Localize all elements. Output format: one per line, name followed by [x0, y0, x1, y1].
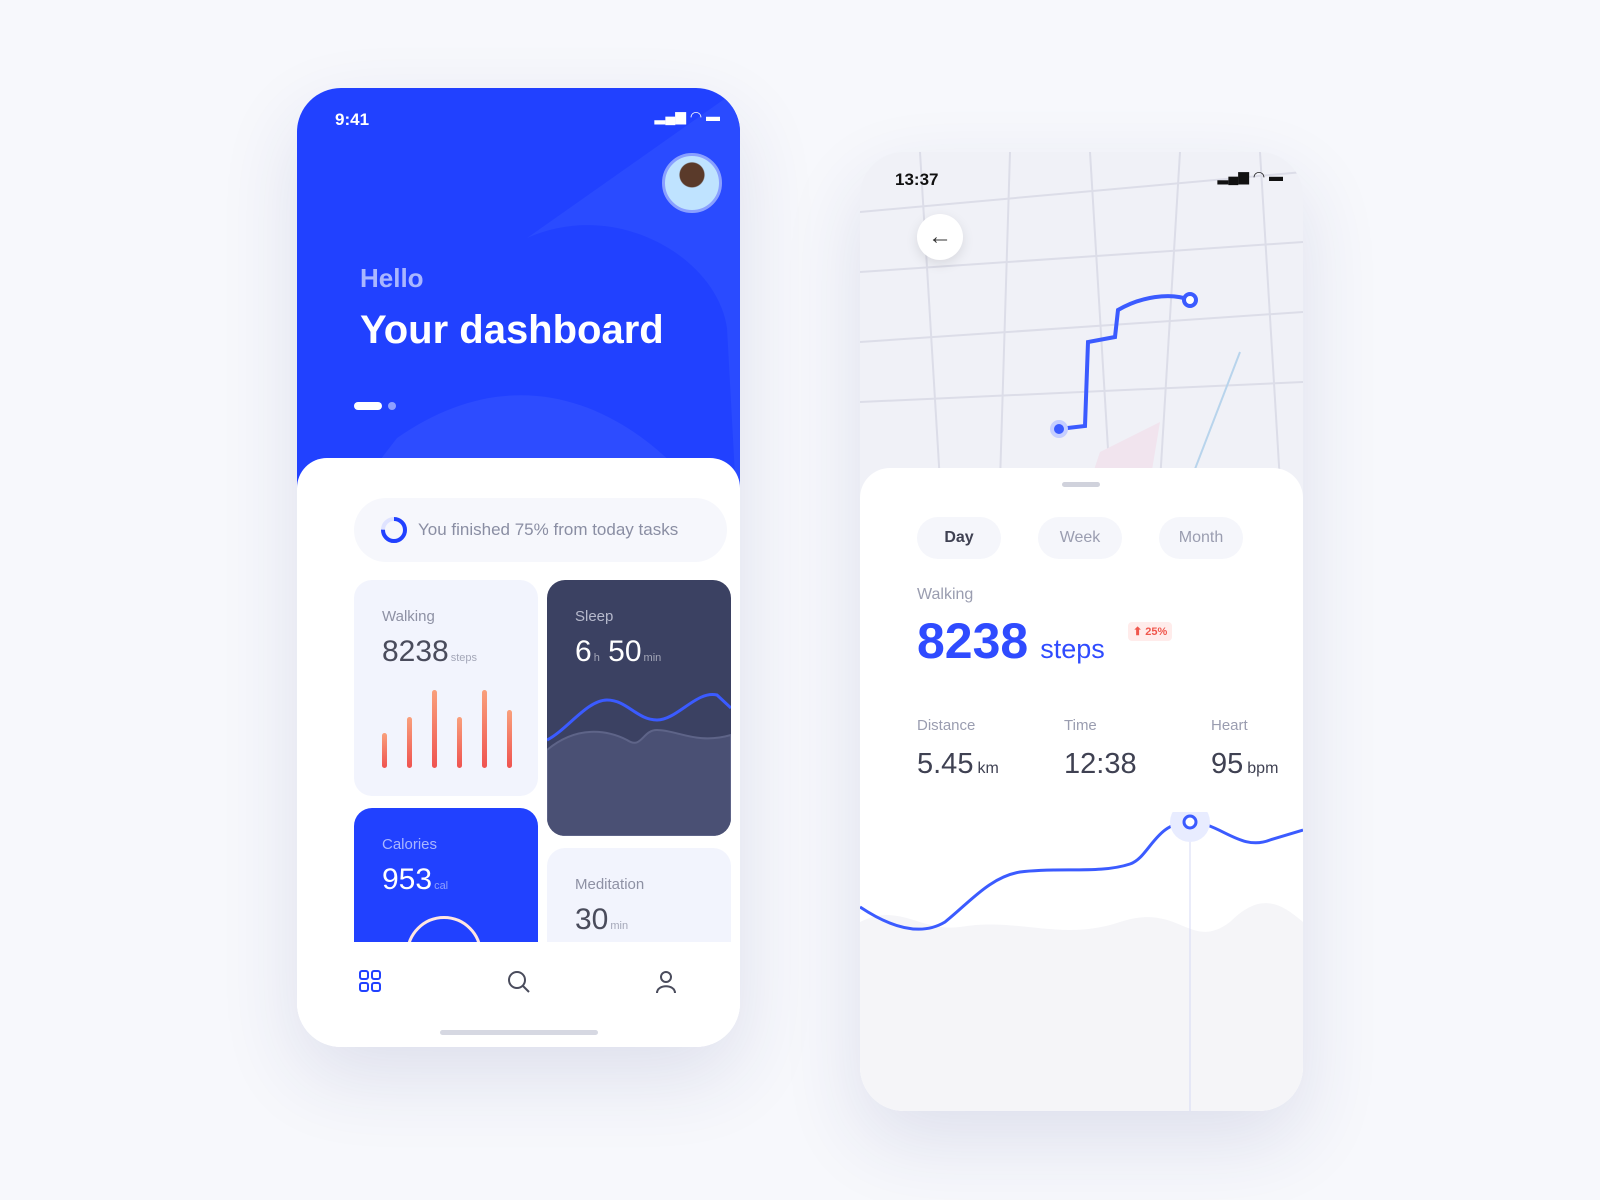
walking-card[interactable]: Walking 8238 steps: [354, 580, 538, 796]
arrow-up-icon: ⬆: [1133, 626, 1143, 638]
stat-unit: bpm: [1247, 760, 1279, 777]
card-unit: steps: [450, 652, 478, 664]
search-icon[interactable]: [507, 970, 531, 994]
home-indicator: [440, 1030, 598, 1035]
page-indicator-active[interactable]: [354, 402, 382, 410]
status-time: 9:41: [335, 110, 370, 129]
card-unit: cal: [434, 880, 449, 892]
task-text: You finished 75% from today tasks: [418, 520, 679, 539]
stat-value: 12:38: [1064, 748, 1137, 780]
stat-value: 95: [1211, 748, 1244, 780]
stat-value: 5.45: [917, 748, 974, 780]
card-label: Walking: [382, 608, 435, 625]
stat-time: Time 12:38: [1064, 717, 1141, 781]
steps-line-chart: [860, 812, 1303, 1111]
stat-label: Distance: [917, 717, 976, 734]
status-icons: ▂▄▆ ◠ ▬: [654, 108, 720, 124]
card-value: 8238: [382, 635, 449, 668]
grid-icon[interactable]: [359, 970, 381, 992]
minutes-unit: min: [643, 652, 662, 664]
change-badge: ⬆ 25%: [1128, 622, 1173, 641]
dashboard-phone: 9:41 ▂▄▆ ◠ ▬ Hello Your dashboard You fi…: [297, 88, 740, 1047]
card-label: Meditation: [575, 876, 645, 893]
stat-label: Heart: [1211, 717, 1248, 734]
walking-bar: [482, 690, 487, 768]
task-progress-banner: You finished 75% from today tasks: [354, 498, 727, 562]
greeting: Hello: [360, 263, 424, 293]
progress-ring-icon: [381, 517, 407, 543]
back-arrow-icon[interactable]: ←: [917, 214, 963, 260]
page-title: Your dashboard: [360, 308, 664, 352]
walking-bar: [507, 709, 512, 768]
sleep-hours: 6: [575, 635, 592, 668]
status-time: 13:37: [895, 170, 939, 189]
walking-bar: [407, 717, 412, 768]
sleep-minutes: 50: [608, 635, 642, 668]
card-value: 953: [382, 863, 433, 896]
drag-handle[interactable]: [1062, 482, 1100, 487]
stat-unit: km: [977, 760, 999, 777]
tab-month[interactable]: Month: [1159, 517, 1243, 559]
route-map[interactable]: [860, 152, 1303, 482]
card-unit: min: [610, 920, 629, 932]
card-value: 30: [575, 903, 609, 936]
tab-week[interactable]: Week: [1038, 517, 1122, 559]
walking-bar: [432, 690, 437, 768]
steps-display: 8238 steps: [917, 612, 1105, 670]
change-value: 25%: [1145, 626, 1168, 638]
sleep-wave-chart: [547, 693, 731, 836]
walking-bar: [382, 732, 387, 768]
steps-value: 8238: [917, 613, 1029, 669]
activity-label: Walking: [917, 586, 974, 603]
walking-bars: [382, 690, 512, 768]
tab-day[interactable]: Day: [917, 517, 1001, 559]
page-indicator[interactable]: [388, 402, 396, 410]
avatar[interactable]: [662, 153, 722, 213]
bottom-nav: [297, 942, 740, 1047]
sleep-card[interactable]: Sleep 6h 50 min: [547, 580, 731, 836]
walking-bar: [457, 717, 462, 768]
steps-unit: steps: [1040, 634, 1105, 664]
chart-point[interactable]: [1182, 814, 1198, 830]
stat-distance: Distance 5.45 km: [917, 717, 999, 781]
hours-unit: h: [593, 652, 600, 664]
stat-label: Time: [1064, 717, 1097, 734]
card-label: Calories: [382, 836, 438, 853]
status-icons: ▂▄▆ ◠ ▬: [1217, 168, 1283, 184]
activity-detail-phone: 13:37 ▂▄▆ ◠ ▬ ← Day Week Month Walking 823…: [860, 152, 1303, 1111]
card-label: Sleep: [575, 608, 614, 625]
stat-heart: Heart 95 bpm: [1211, 717, 1278, 781]
user-icon[interactable]: [655, 970, 677, 994]
